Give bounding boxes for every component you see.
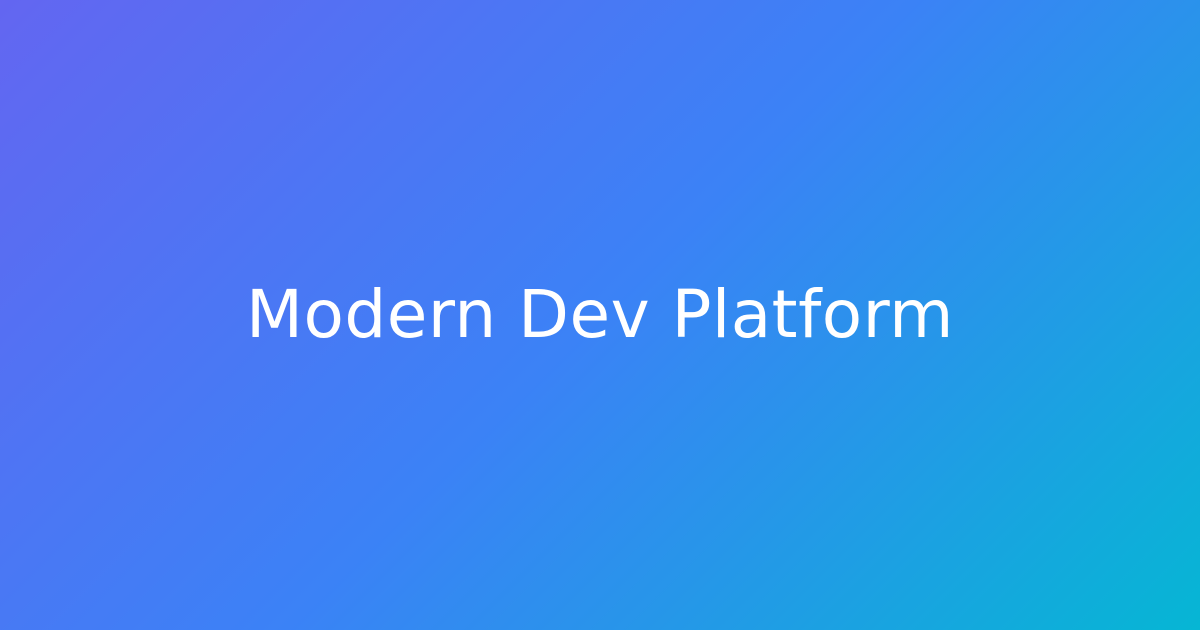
hero-title: Modern Dev Platform — [246, 276, 954, 353]
hero-banner: Modern Dev Platform — [0, 0, 1200, 630]
